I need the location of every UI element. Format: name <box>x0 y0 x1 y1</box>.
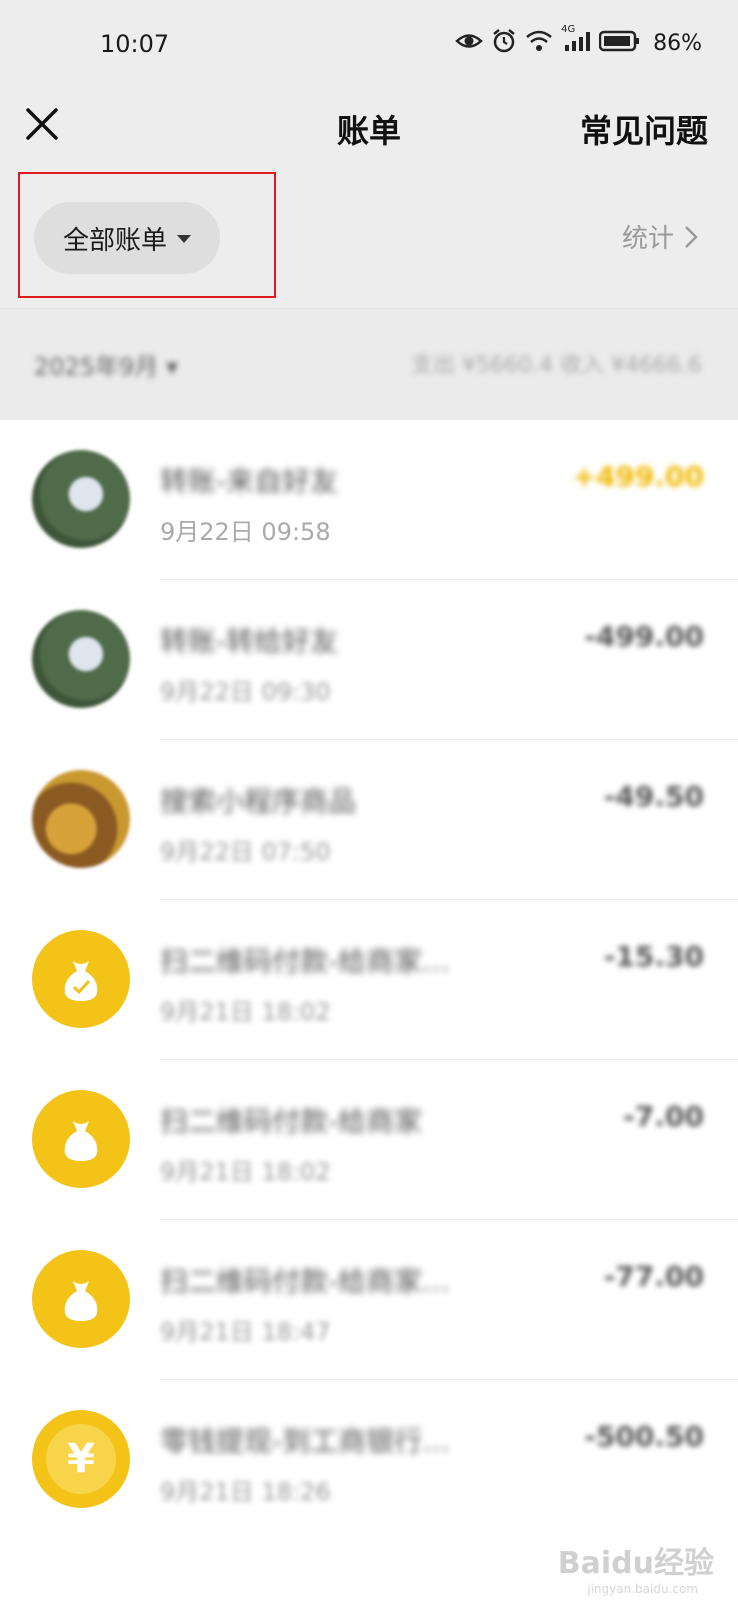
transaction-name: 转账-转给好友 <box>160 625 339 658</box>
month-summary-bar: 2025年9月 ▾ 支出 ¥5660.4 收入 ¥4666.6 <box>0 308 738 421</box>
transaction-row[interactable]: ¥ 零钱提现-到工商银行… 9月21日 18:26 -500.50 <box>0 1380 738 1540</box>
signal-4g-icon: 4G <box>561 24 591 56</box>
status-icons: 4G 86% <box>455 24 702 58</box>
transaction-row[interactable]: 转账-转给好友 9月22日 09:30 -499.00 <box>0 580 738 740</box>
transaction-time: 9月21日 18:47 <box>160 1318 331 1346</box>
transaction-row[interactable]: 转账-来自好友 9月22日 09:58 +499.00 <box>0 420 738 580</box>
faq-link[interactable]: 常见问题 <box>580 106 708 152</box>
status-bar: 10:07 4G 86% <box>0 0 738 88</box>
stats-label: 统计 <box>621 224 674 254</box>
transaction-amount: -49.50 <box>603 780 704 813</box>
avatar <box>32 450 130 548</box>
watermark-url: jingyan.baidu.com <box>587 1582 698 1596</box>
transaction-amount: +499.00 <box>572 460 704 493</box>
yen-coin-icon: ¥ <box>32 1410 130 1508</box>
transaction-name: 零钱提现-到工商银行… <box>160 1425 451 1458</box>
transaction-time: 9月22日 09:58 <box>160 518 331 546</box>
transaction-time: 9月22日 07:50 <box>160 838 331 866</box>
status-time: 10:07 <box>100 30 170 58</box>
transaction-row[interactable]: 搜索小程序商品 9月22日 07:50 -49.50 <box>0 740 738 900</box>
eye-icon <box>455 30 483 56</box>
transaction-row[interactable]: 扫二维码付款-给商家… 9月21日 18:47 -77.00 <box>0 1220 738 1380</box>
transaction-amount: -7.00 <box>623 1100 704 1133</box>
transaction-time: 9月22日 09:30 <box>160 678 331 706</box>
network-type: 4G <box>561 24 576 35</box>
transaction-time: 9月21日 18:26 <box>160 1478 331 1506</box>
stats-link[interactable]: 统计 <box>622 218 698 255</box>
month-selector[interactable]: 2025年9月 ▾ <box>34 347 178 382</box>
transaction-list: 转账-来自好友 9月22日 09:58 +499.00 转账-转给好友 9月22… <box>0 420 738 1540</box>
avatar <box>32 770 130 868</box>
transaction-name: 扫二维码付款-给商家… <box>160 945 451 978</box>
transaction-amount: -15.30 <box>603 940 704 973</box>
filter-bar: 全部账单 统计 <box>0 170 738 308</box>
battery-percent: 86% <box>653 30 702 56</box>
transaction-name: 扫二维码付款-给商家 <box>160 1105 423 1138</box>
alarm-icon <box>491 28 517 58</box>
month-label: 2025年9月 <box>34 353 159 381</box>
transaction-row[interactable]: 扫二维码付款-给商家… 9月21日 18:02 -15.30 <box>0 900 738 1060</box>
bill-type-dropdown[interactable]: 全部账单 <box>34 202 220 274</box>
chevron-right-icon <box>685 225 698 248</box>
transaction-time: 9月21日 18:02 <box>160 998 331 1026</box>
transaction-name: 扫二维码付款-给商家… <box>160 1265 451 1298</box>
transaction-row[interactable]: 扫二维码付款-给商家 9月21日 18:02 -7.00 <box>0 1060 738 1220</box>
month-totals: 支出 ¥5660.4 收入 ¥4666.6 <box>411 353 702 378</box>
money-bag-icon <box>32 1090 130 1188</box>
money-bag-icon <box>32 1250 130 1348</box>
avatar <box>32 610 130 708</box>
transaction-amount: -499.00 <box>584 620 704 653</box>
transaction-name: 转账-来自好友 <box>160 465 339 498</box>
baidu-watermark: Baidu经验 <box>557 1546 714 1581</box>
transaction-name: 搜索小程序商品 <box>160 785 357 818</box>
bill-type-label: 全部账单 <box>62 225 167 256</box>
money-bag-icon <box>32 930 130 1028</box>
battery-icon <box>598 30 641 56</box>
chevron-down-icon <box>177 235 191 243</box>
transaction-amount: -77.00 <box>603 1260 704 1293</box>
transaction-time: 9月21日 18:02 <box>160 1158 331 1186</box>
transaction-amount: -500.50 <box>584 1420 704 1453</box>
wifi-icon <box>525 30 553 56</box>
nav-header: 账单 常见问题 <box>0 88 738 170</box>
